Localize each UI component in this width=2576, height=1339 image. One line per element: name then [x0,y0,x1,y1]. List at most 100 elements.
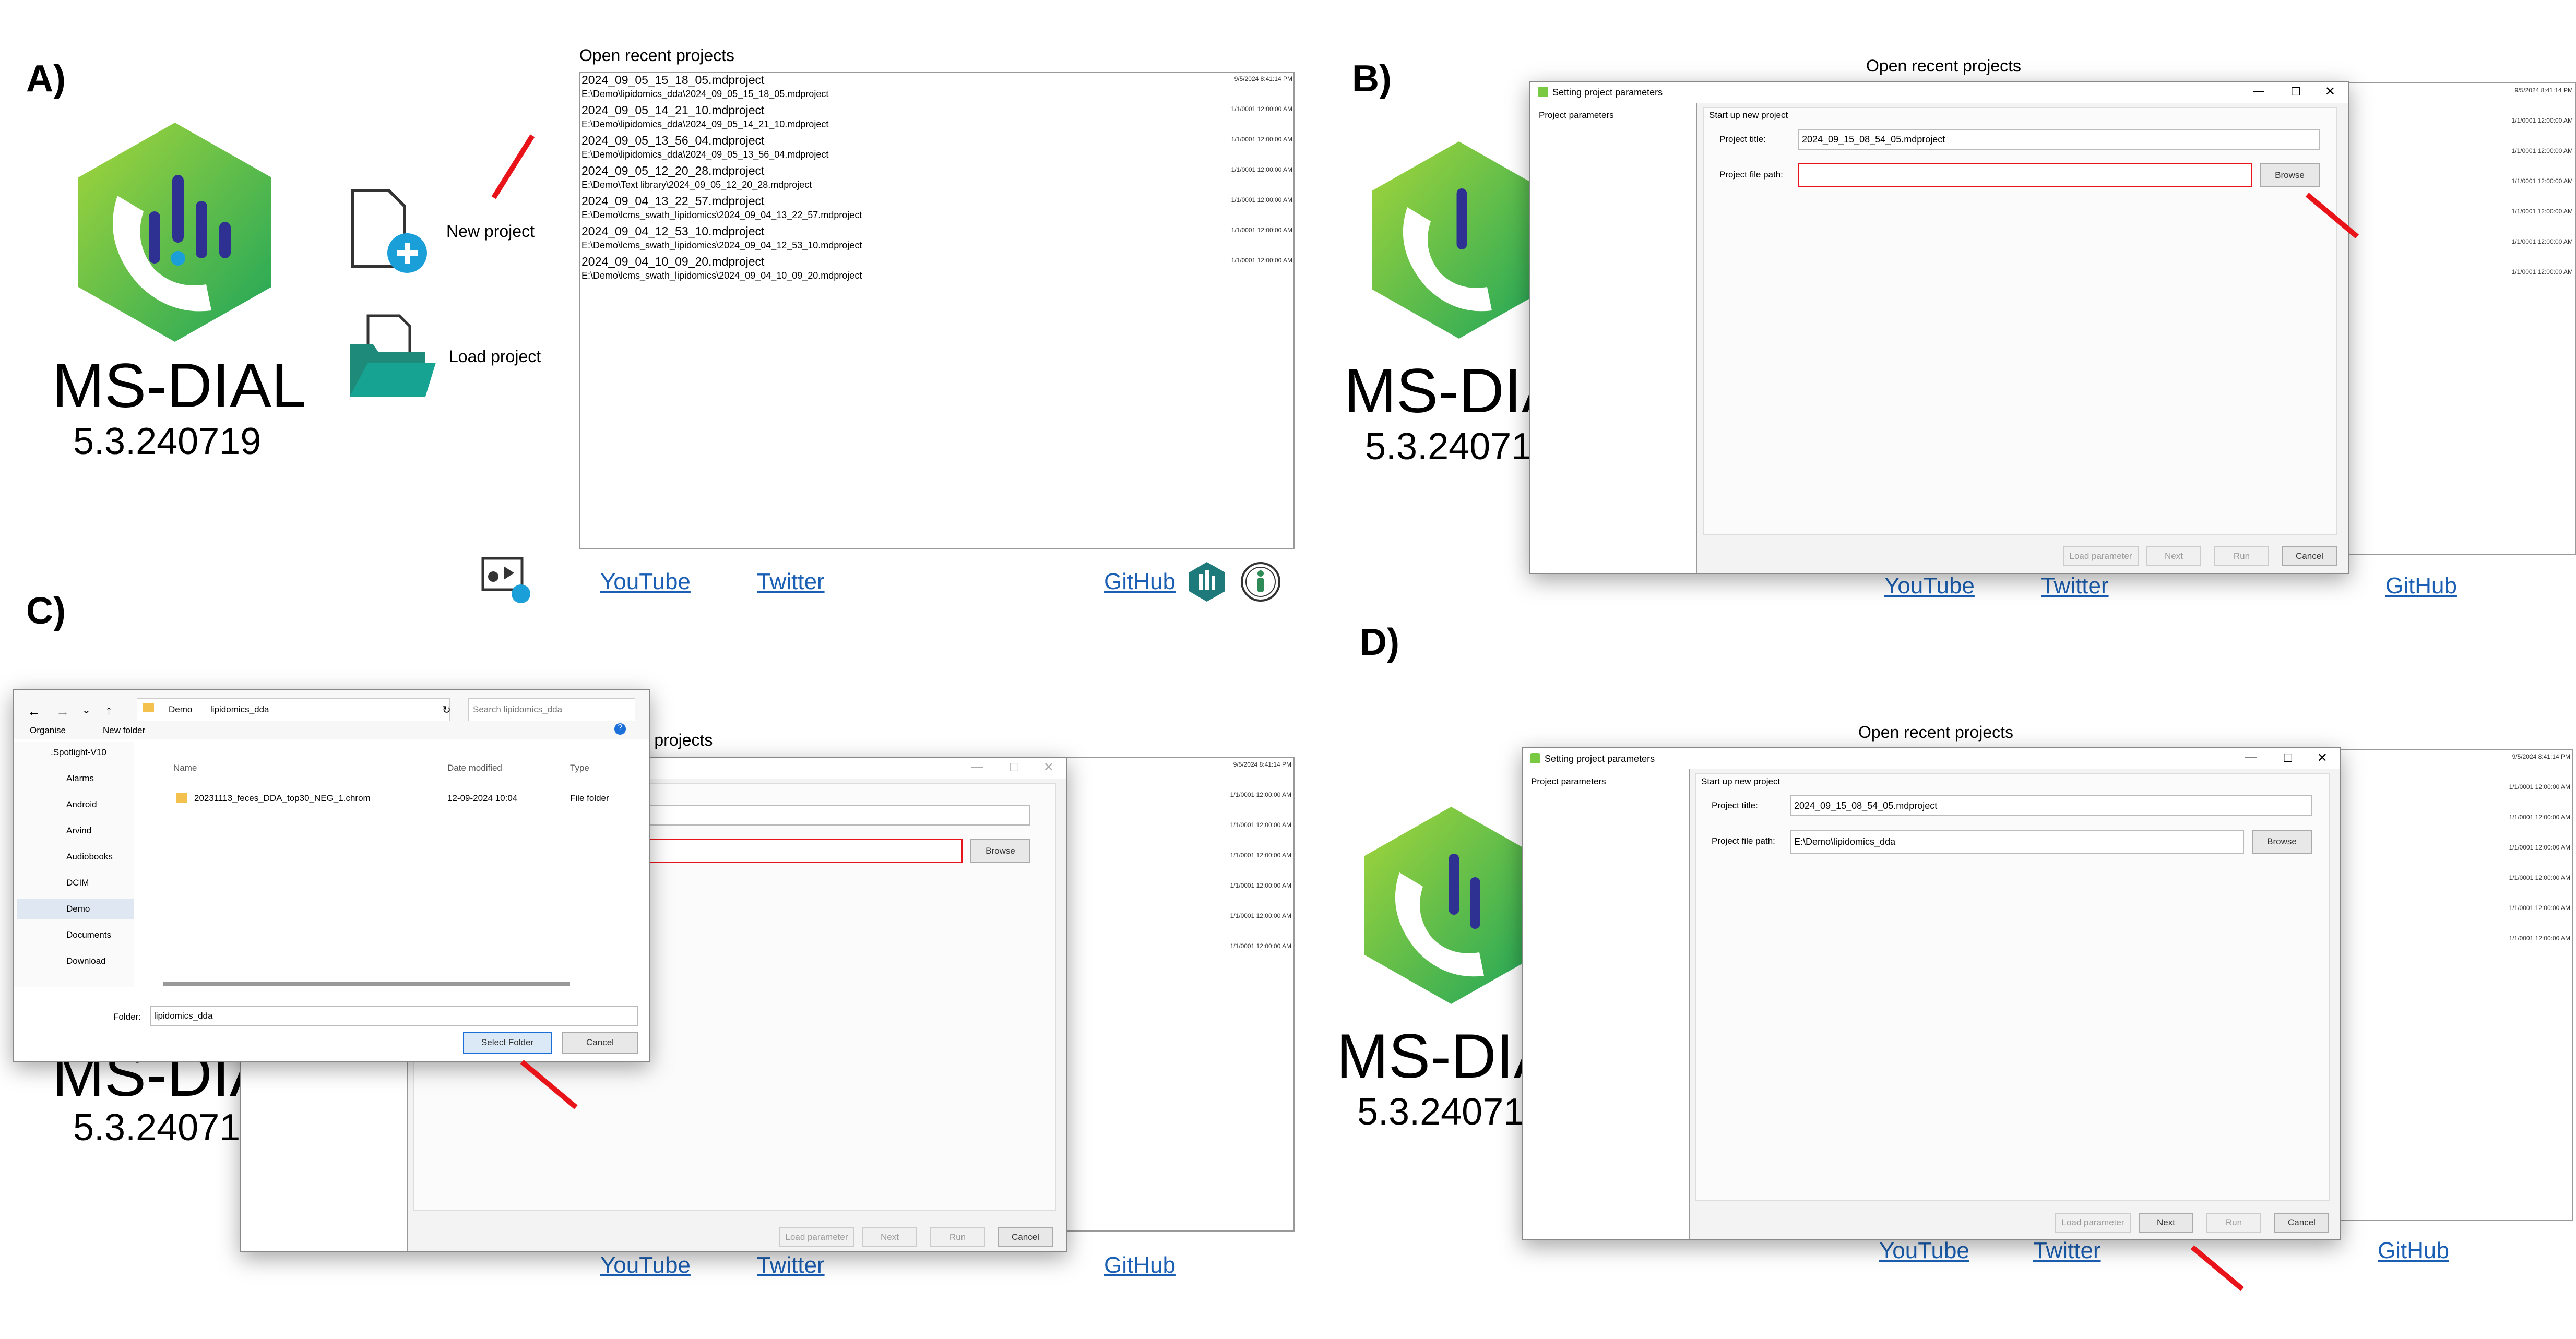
cancel-button[interactable]: Cancel [2274,1213,2329,1233]
cancel-button[interactable]: Cancel [998,1227,1053,1247]
tree-item[interactable]: Android [66,799,97,810]
browse-button[interactable]: Browse [2252,830,2312,854]
next-button[interactable]: Next [2139,1213,2193,1233]
maximize-icon[interactable]: ☐ [2283,751,2293,765]
maximize-icon[interactable]: ☐ [1009,761,1019,774]
panel-label-b: B) [1352,58,1392,100]
tutorial-icon[interactable] [480,553,532,605]
msdial-small-icon[interactable] [1188,561,1227,603]
twitter-link[interactable]: Twitter [2041,573,2109,599]
run-button[interactable]: Run [2214,546,2269,566]
new-folder-button[interactable]: New folder [103,725,145,736]
project-path-field[interactable]: E:\Demo\lipidomics_dda [1790,830,2244,854]
browse-button[interactable]: Browse [2260,163,2320,187]
chevron-down-icon[interactable]: ⌄ [82,703,91,716]
refresh-icon[interactable]: ↻ [442,703,451,716]
tree-item[interactable]: Arvind [66,826,91,836]
col-name[interactable]: Name [173,763,197,773]
close-icon[interactable]: ✕ [2325,84,2335,99]
folder-icon [176,793,187,803]
minimize-icon[interactable]: — [2245,750,2257,764]
col-type[interactable]: Type [570,763,589,773]
setting-project-dialog: Setting project parameters — ☐ ✕ Project… [1529,81,2349,574]
minimize-icon[interactable]: — [971,760,983,773]
next-button[interactable]: Next [862,1227,917,1247]
youtube-link[interactable]: YouTube [1879,1238,1969,1264]
tree-item[interactable]: Documents [66,930,111,940]
new-project-label[interactable]: New project [446,222,535,241]
tree-item[interactable]: DCIM [66,878,89,888]
red-arrow-icon [491,134,535,199]
scrollbar[interactable] [163,982,570,986]
list-item[interactable]: 2024_09_04_12_53_10.mdproject E:\Demo\lcm… [581,224,1295,255]
new-project-icon[interactable] [347,188,436,277]
recent-projects-list[interactable]: 9/5/2024 8:41:14 PM 1/1/0001 12:00:00 AM… [2338,82,2576,555]
project-title-field[interactable]: 2024_09_15_08_54_05.mdproject [1798,129,2320,150]
list-item[interactable]: 2024_09_05_15_18_05.mdproject E:\Demo\lip… [581,73,1295,103]
list-item[interactable]: 2024_09_04_13_22_57.mdproject E:\Demo\lcm… [581,194,1295,224]
close-icon[interactable]: ✕ [2317,750,2328,766]
recent-projects-list[interactable]: 2024_09_05_15_18_05.mdproject E:\Demo\lip… [579,72,1295,549]
twitter-link[interactable]: Twitter [757,569,825,595]
help-icon[interactable]: ? [614,723,626,735]
sidebar-item-project-parameters[interactable]: Project parameters [1531,776,1606,787]
cancel-button[interactable]: Cancel [562,1032,638,1054]
youtube-link[interactable]: YouTube [600,569,691,595]
close-icon[interactable]: ✕ [1043,760,1054,775]
recent-projects-list[interactable]: 9/5/2024 8:41:14 PM 1/1/0001 12:00:00 AM… [2328,749,2573,1221]
tree-item[interactable]: Alarms [66,773,94,784]
load-project-icon[interactable] [347,313,436,402]
file-row[interactable]: 20231113_feces_DDA_top30_NEG_1.chrom 12-… [165,789,635,808]
next-button[interactable]: Next [2146,546,2201,566]
breadcrumb[interactable]: Demo lipidomics_dda [137,698,450,721]
list-item[interactable]: 2024_09_05_12_20_28.mdproject E:\Demo\Tex… [581,164,1295,194]
youtube-link[interactable]: YouTube [1884,573,1975,599]
run-button[interactable]: Run [930,1227,985,1247]
minimize-icon[interactable]: — [2253,84,2264,98]
github-link[interactable]: GitHub [1104,1252,1176,1278]
msdial-logo [1372,141,1546,339]
load-parameter-button[interactable]: Load parameter [779,1227,854,1247]
browse-button[interactable]: Browse [970,839,1030,863]
up-icon[interactable]: ↑ [105,702,112,719]
twitter-link[interactable]: Twitter [757,1252,825,1278]
app-icon [1538,87,1548,97]
app-version: 5.3.24071 [73,1107,241,1149]
github-link[interactable]: GitHub [2385,573,2457,599]
msdial-logo [78,123,271,342]
run-button[interactable]: Run [2206,1213,2261,1233]
load-parameter-button[interactable]: Load parameter [2055,1213,2131,1233]
youtube-link[interactable]: YouTube [600,1252,691,1278]
folder-tree[interactable]: .Spotlight-V10 Alarms Android Arvind Aud… [14,742,134,987]
github-link[interactable]: GitHub [1104,569,1176,595]
project-title-field[interactable]: 2024_09_15_08_54_05.mdproject [1790,795,2312,816]
maximize-icon[interactable]: ☐ [2290,85,2301,99]
tree-item[interactable]: Download [66,956,106,966]
select-folder-button[interactable]: Select Folder [463,1032,552,1054]
folder-input[interactable]: lipidomics_dda [150,1006,638,1026]
list-item[interactable]: 2024_09_05_14_21_10.mdproject E:\Demo\lip… [581,103,1295,134]
tree-item-selected[interactable]: Demo [66,904,90,914]
red-arrow-icon [2190,1245,2244,1292]
sidebar-item-project-parameters[interactable]: Project parameters [1539,110,1614,121]
load-project-label[interactable]: Load project [449,347,541,366]
project-title-field[interactable]: ect [623,805,1030,826]
twitter-link[interactable]: Twitter [2033,1238,2101,1264]
load-parameter-button[interactable]: Load parameter [2063,546,2139,566]
person-icon[interactable] [1240,561,1281,603]
list-item[interactable]: 2024_09_05_13_56_04.mdproject E:\Demo\lip… [581,134,1295,164]
search-input[interactable]: Search lipidomics_dda [468,698,635,721]
github-link[interactable]: GitHub [2378,1238,2449,1264]
back-icon[interactable]: ← [27,703,41,720]
select-folder-dialog: ← → ⌄ ↑ Demo lipidomics_dda ↻ Search lip… [13,689,650,1062]
tree-item[interactable]: .Spotlight-V10 [51,747,106,758]
list-item[interactable]: 2024_09_04_10_09_20.mdproject E:\Demo\lcm… [581,255,1295,285]
col-date[interactable]: Date modified [447,763,502,773]
project-path-field[interactable] [1798,163,2252,187]
recent-projects-list[interactable]: 9/5/2024 8:41:14 PM 1/1/0001 12:00:00 AM… [1065,757,1295,1232]
organise-button[interactable]: Organise [30,725,66,736]
forward-icon[interactable]: → [56,703,69,720]
project-path-field[interactable] [623,839,963,863]
tree-item[interactable]: Audiobooks [66,852,113,862]
cancel-button[interactable]: Cancel [2282,546,2337,566]
